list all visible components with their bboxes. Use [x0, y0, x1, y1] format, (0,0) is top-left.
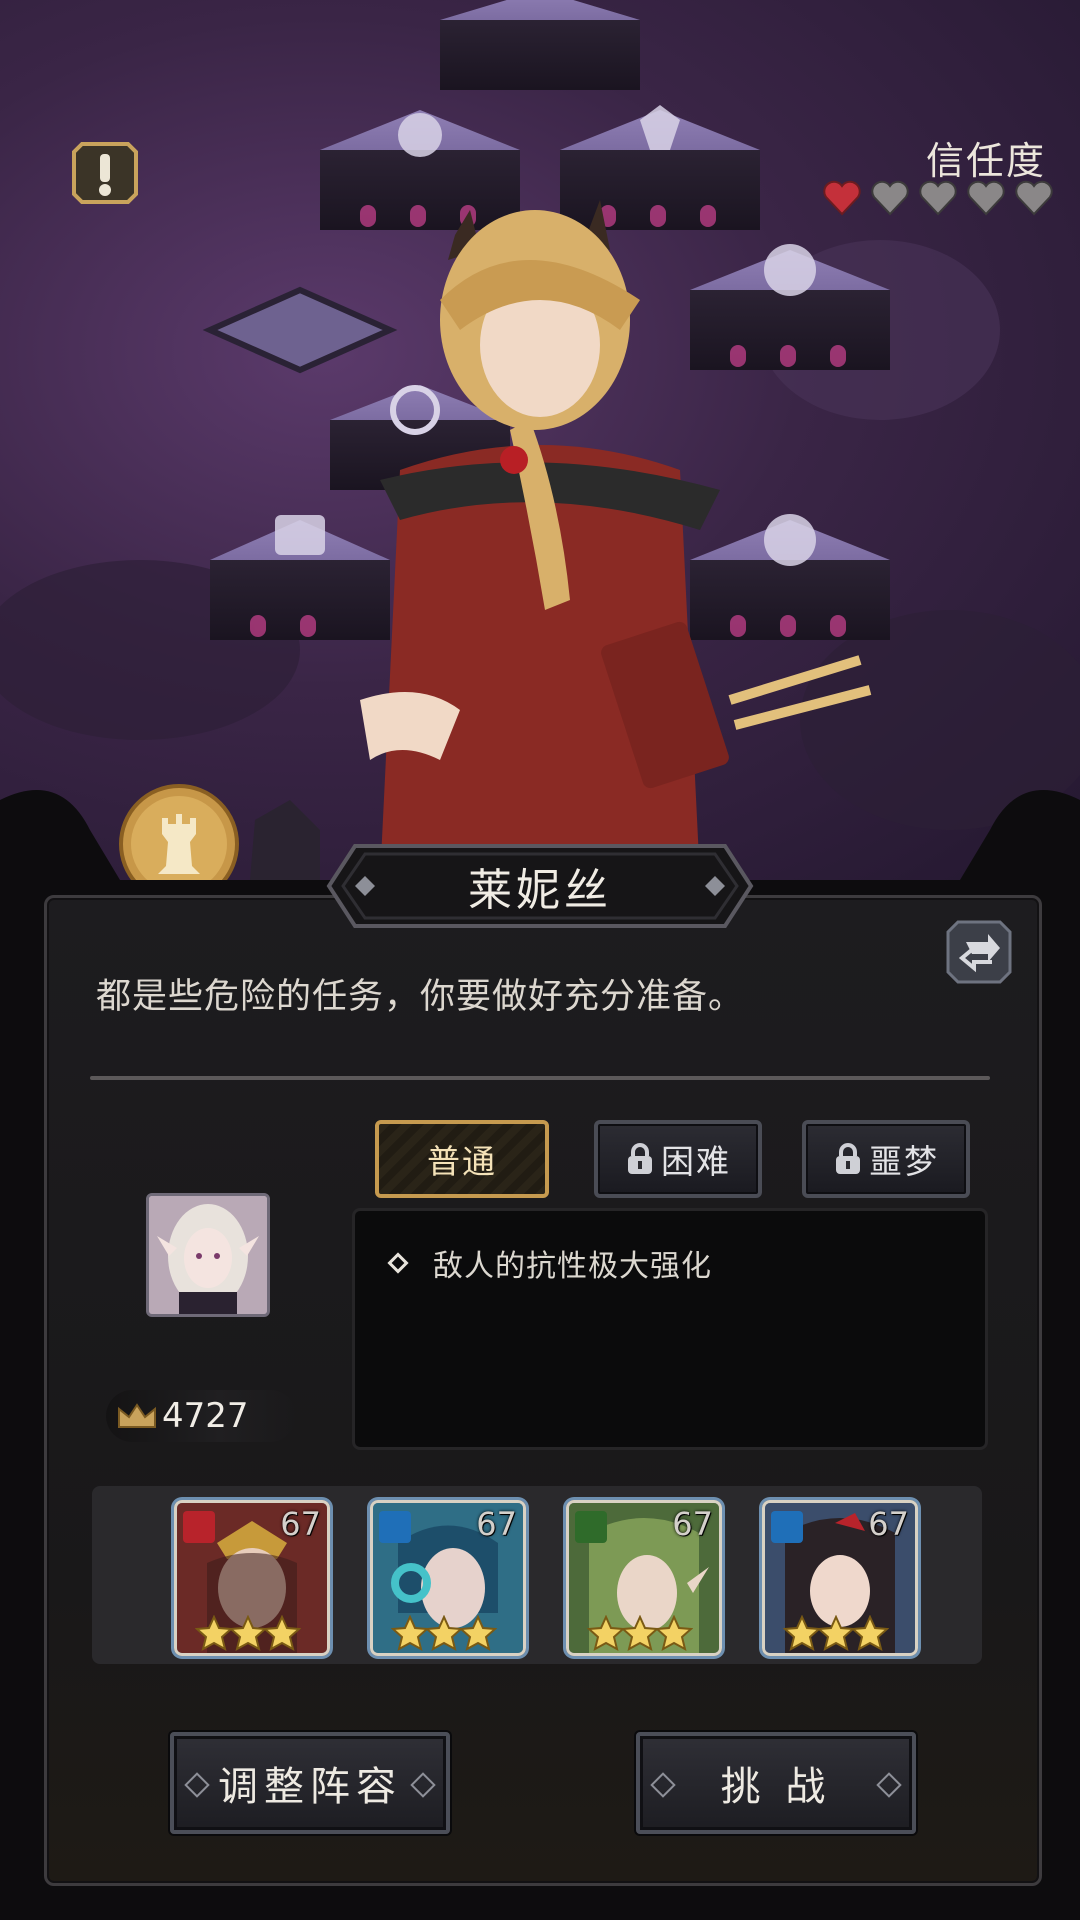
diamond-bullet-icon: [387, 1252, 409, 1274]
hero-stars: [195, 1615, 301, 1651]
effect-text: 敌人的抗性极大强化: [433, 1249, 712, 1284]
diamond-ornament-icon: [650, 1772, 676, 1798]
heart-icon-filled: [823, 180, 861, 216]
star-icon: [425, 1615, 463, 1651]
heart-icon-empty: [871, 180, 909, 216]
boss-portrait[interactable]: [146, 1193, 270, 1317]
difficulty-normal-tab[interactable]: 普通: [375, 1120, 549, 1198]
map-scene: 信任度: [0, 0, 1080, 880]
map-tile[interactable]: [202, 286, 398, 374]
nature-element-icon: [575, 1511, 607, 1543]
lock-icon: [836, 1143, 860, 1174]
alert-icon[interactable]: [70, 138, 140, 208]
star-icon: [621, 1615, 659, 1651]
stage-effect-box: 敌人的抗性极大强化: [352, 1208, 988, 1450]
water-element-icon: [379, 1511, 411, 1543]
adjust-team-button[interactable]: 调整阵容: [170, 1732, 450, 1834]
star-icon: [459, 1615, 497, 1651]
power-value: 4727: [162, 1396, 249, 1436]
hero-stars: [587, 1615, 693, 1651]
character-name: 莱妮丝: [468, 865, 612, 916]
hero-level: 67: [868, 1505, 909, 1543]
challenge-button[interactable]: 挑 战: [636, 1732, 916, 1834]
star-icon: [817, 1615, 855, 1651]
challenge-label: 挑 战: [720, 1764, 832, 1810]
hero-card[interactable]: 67: [762, 1500, 918, 1656]
lock-icon: [628, 1143, 652, 1174]
effect-item: 敌人的抗性极大强化: [387, 1241, 712, 1285]
crown-icon: [118, 1403, 156, 1428]
heart-icon-empty: [967, 180, 1005, 216]
hero-stars: [783, 1615, 889, 1651]
map-tiles-art: [0, 0, 1080, 880]
star-icon: [587, 1615, 625, 1651]
water-element-icon: [771, 1511, 803, 1543]
map-tile[interactable]: [440, 0, 640, 90]
map-tile[interactable]: [210, 515, 390, 640]
difficulty-label: 困难: [661, 1142, 731, 1181]
star-icon: [263, 1615, 301, 1651]
fire-element-icon: [183, 1511, 215, 1543]
hero-level: 67: [280, 1505, 321, 1543]
swap-icon[interactable]: [944, 918, 1014, 986]
star-icon: [851, 1615, 889, 1651]
star-icon: [655, 1615, 693, 1651]
hero-stars: [391, 1615, 497, 1651]
diamond-ornament-icon: [184, 1772, 210, 1798]
diamond-ornament-icon: [410, 1772, 436, 1798]
hero-level: 67: [476, 1505, 517, 1543]
difficulty-label: 普通: [427, 1142, 497, 1181]
hero-card[interactable]: 67: [174, 1500, 330, 1656]
difficulty-hard-tab[interactable]: 困难: [594, 1120, 762, 1198]
divider: [90, 1076, 990, 1080]
trust-hearts: [822, 180, 1054, 216]
heart-icon-empty: [919, 180, 957, 216]
difficulty-label: 噩梦: [869, 1142, 939, 1181]
hero-card[interactable]: 67: [566, 1500, 722, 1656]
enemy-power: 4727: [106, 1390, 296, 1442]
boss-avatar-art: [149, 1196, 267, 1314]
difficulty-nightmare-tab[interactable]: 噩梦: [802, 1120, 970, 1198]
rook-rank-icon: [119, 784, 239, 880]
hero-card[interactable]: 67: [370, 1500, 526, 1656]
star-icon: [195, 1615, 233, 1651]
star-icon: [229, 1615, 267, 1651]
dialogue-text: 都是些危险的任务，你要做好充分准备。: [96, 977, 745, 1017]
star-icon: [391, 1615, 429, 1651]
hero-level: 67: [672, 1505, 713, 1543]
trust-label: 信任度: [925, 139, 1046, 183]
diamond-ornament-icon: [876, 1772, 902, 1798]
star-icon: [783, 1615, 821, 1651]
adjust-team-label: 调整阵容: [218, 1764, 402, 1810]
heart-icon-empty: [1015, 180, 1053, 216]
